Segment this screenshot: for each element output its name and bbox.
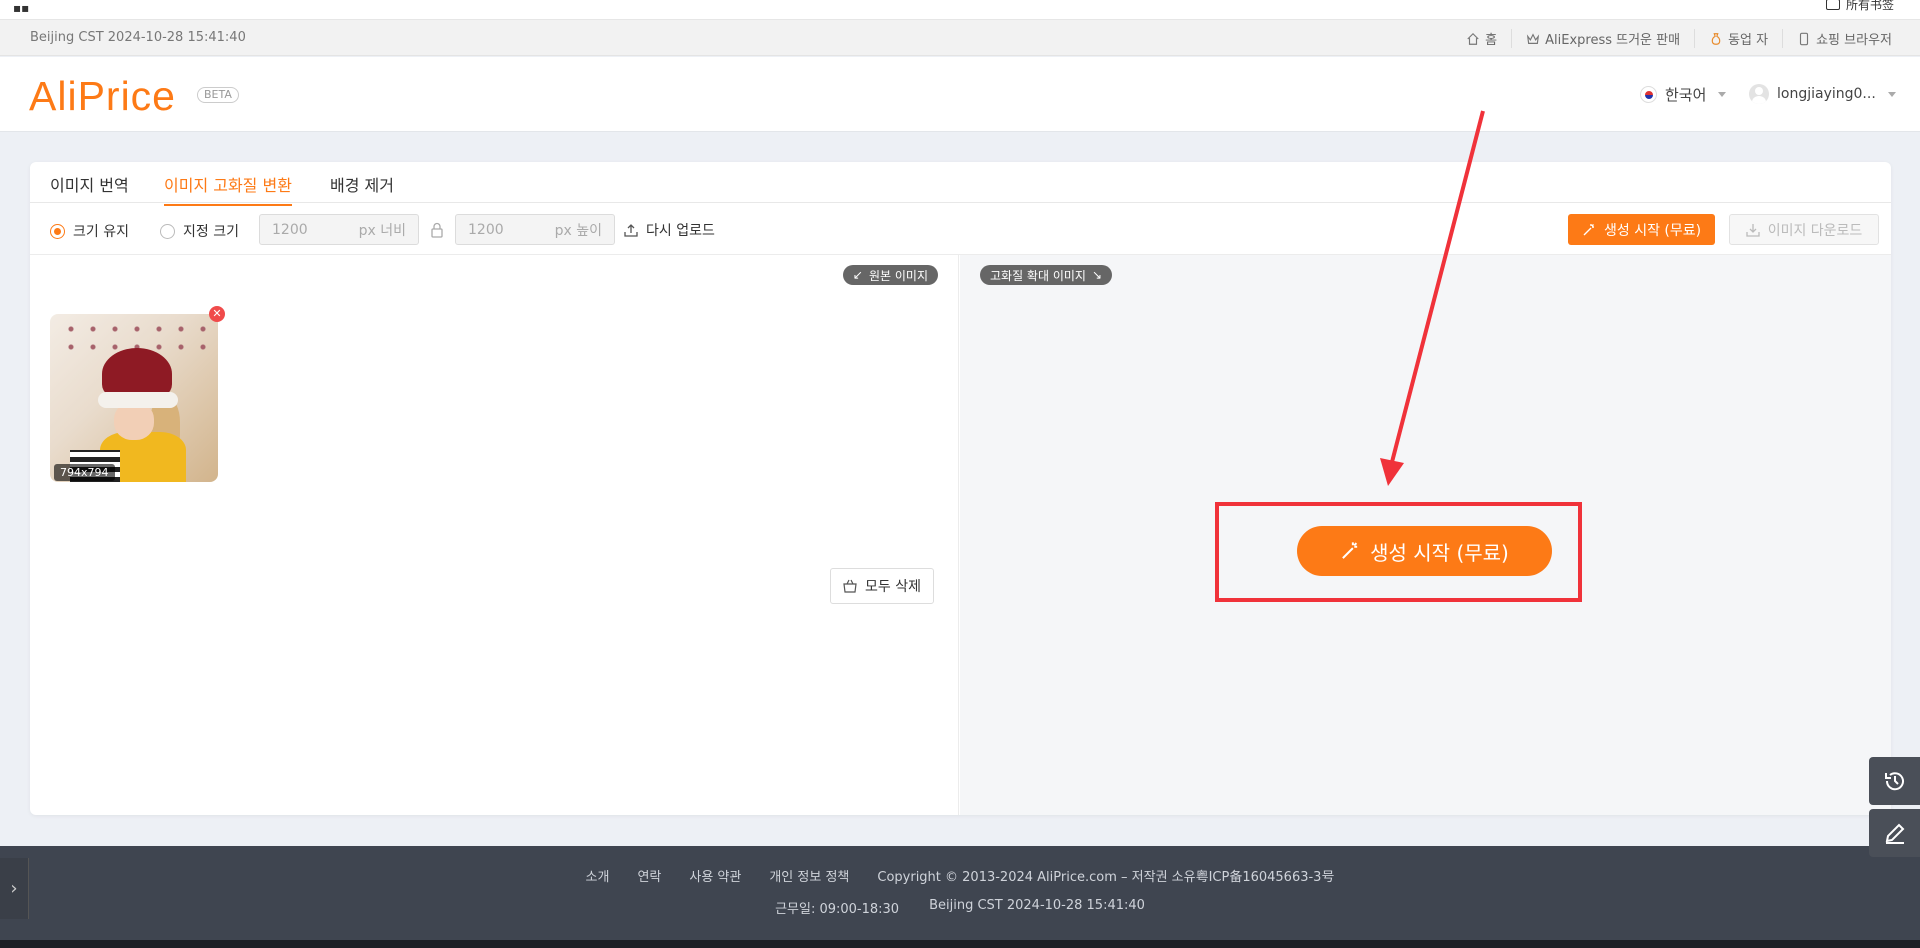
tab-image-translate[interactable]: 이미지 번역: [50, 172, 129, 204]
working-hours: 근무일: 09:00-18:30: [775, 902, 900, 917]
upscaled-image-badge: 고화질 확대 이미지 ↘: [980, 265, 1113, 285]
money-bag-icon: [1711, 32, 1721, 45]
radio-checked-icon: [50, 223, 65, 239]
trash-basket-icon: [843, 579, 857, 593]
radio-unchecked-icon: [160, 223, 175, 239]
arrow-down-right-icon: ↘: [1091, 268, 1103, 282]
magic-wand-icon: [1583, 223, 1594, 235]
reupload-button[interactable]: 다시 업로드: [624, 220, 715, 240]
site-footer: 소개 연락 사용 약관 개인 정보 정책 Copyright © 2013-20…: [0, 846, 1920, 940]
top-nav: 홈 AliExpress 뜨거운 판매 동업 자 쇼핑 브라우저: [1452, 29, 1906, 48]
original-image-badge: ↙ 원본 이미지: [842, 265, 938, 285]
beta-badge: BETA: [197, 87, 239, 103]
options-bar: 크기 유지 지정 크기 1200 px 너비 1200 px 높이 다시 업로드…: [30, 203, 1891, 255]
footer-link-terms[interactable]: 사용 약관: [689, 866, 741, 885]
download-icon: [1746, 223, 1760, 237]
generate-button-large[interactable]: 생성 시작 (무료): [1297, 526, 1552, 576]
phone-icon: [1800, 32, 1809, 45]
korea-flag-icon: [1640, 86, 1657, 103]
home-icon: [1467, 32, 1479, 45]
generate-button-small[interactable]: 생성 시작 (무료): [1568, 214, 1716, 245]
tab-image-upscale[interactable]: 이미지 고화질 변환: [164, 172, 292, 206]
original-image-panel: ↙ 원본 이미지 794x794 ✕ 모두 삭제: [30, 255, 959, 815]
pencil-icon: [1885, 823, 1904, 844]
user-menu[interactable]: longjiaying0...: [1749, 84, 1896, 104]
tool-tabs: 이미지 번역 이미지 고화질 변환 배경 제거: [30, 162, 1891, 206]
browser-bar: ▪▪ 所有书签: [0, 0, 1920, 20]
main-card: 이미지 번역 이미지 고화질 변환 배경 제거 크기 유지 지정 크기 1200…: [30, 162, 1891, 815]
nav-hot-sales[interactable]: AliExpress 뜨거운 판매: [1511, 29, 1694, 48]
footer-link-privacy[interactable]: 개인 정보 정책: [769, 866, 849, 885]
nav-partner[interactable]: 동업 자: [1694, 29, 1782, 48]
download-button[interactable]: 이미지 다운로드: [1729, 214, 1879, 245]
upload-icon: [624, 224, 638, 237]
chevron-down-icon: [1718, 92, 1727, 97]
image-size-label: 794x794: [54, 464, 115, 481]
top-info-bar: Beijing CST 2024-10-28 15:41:40 홈 AliExp…: [0, 20, 1920, 56]
avatar: [1749, 84, 1769, 104]
height-input[interactable]: 1200 px 높이: [455, 214, 615, 245]
footer-time: Beijing CST 2024-10-28 15:41:40: [929, 898, 1145, 913]
aliprice-logo[interactable]: AliPrice: [29, 73, 176, 120]
clear-all-button[interactable]: 모두 삭제: [830, 568, 934, 604]
language-selector[interactable]: 한국어: [1640, 84, 1727, 105]
os-taskbar: [0, 940, 1920, 948]
history-button[interactable]: [1869, 757, 1920, 805]
width-input[interactable]: 1200 px 너비: [259, 214, 419, 245]
chevron-right-icon: ›: [10, 878, 18, 899]
magic-wand-icon: [1342, 542, 1358, 559]
radio-custom-size[interactable]: 지정 크기: [160, 221, 239, 241]
folder-icon: [1825, 0, 1840, 10]
beijing-time: Beijing CST 2024-10-28 15:41:40: [30, 30, 246, 45]
uploaded-image-thumbnail[interactable]: 794x794: [50, 314, 218, 482]
footer-copyright: Copyright © 2013-2024 AliPrice.com – 저작권…: [877, 870, 1335, 885]
apps-grid-icon[interactable]: ▪▪: [13, 1, 29, 15]
footer-links: 소개 연락 사용 약관 개인 정보 정책 Copyright © 2013-20…: [0, 866, 1920, 885]
history-icon: [1884, 772, 1904, 791]
arrow-down-left-icon: ↙: [852, 268, 863, 282]
radio-keep-size[interactable]: 크기 유지: [50, 221, 129, 241]
footer-link-contact[interactable]: 연락: [637, 866, 661, 885]
close-icon: ✕: [212, 307, 222, 320]
bookmarks-button[interactable]: 所有书签: [1825, 0, 1894, 13]
remove-image-button[interactable]: ✕: [209, 306, 225, 322]
site-header: AliPrice BETA 한국어 longjiaying0...: [0, 57, 1920, 132]
tab-remove-background[interactable]: 배경 제거: [330, 172, 394, 204]
footer-info: 근무일: 09:00-18:30 Beijing CST 2024-10-28 …: [0, 898, 1920, 917]
footer-link-about[interactable]: 소개: [586, 866, 610, 885]
nav-home[interactable]: 홈: [1452, 29, 1511, 48]
chevron-down-icon: [1887, 91, 1896, 97]
lock-icon[interactable]: [430, 222, 444, 238]
side-expand-button[interactable]: ›: [0, 858, 29, 919]
nav-shopping-browser[interactable]: 쇼핑 브라우저: [1782, 29, 1906, 48]
edit-button[interactable]: [1869, 809, 1920, 857]
crown-icon: [1527, 32, 1540, 44]
